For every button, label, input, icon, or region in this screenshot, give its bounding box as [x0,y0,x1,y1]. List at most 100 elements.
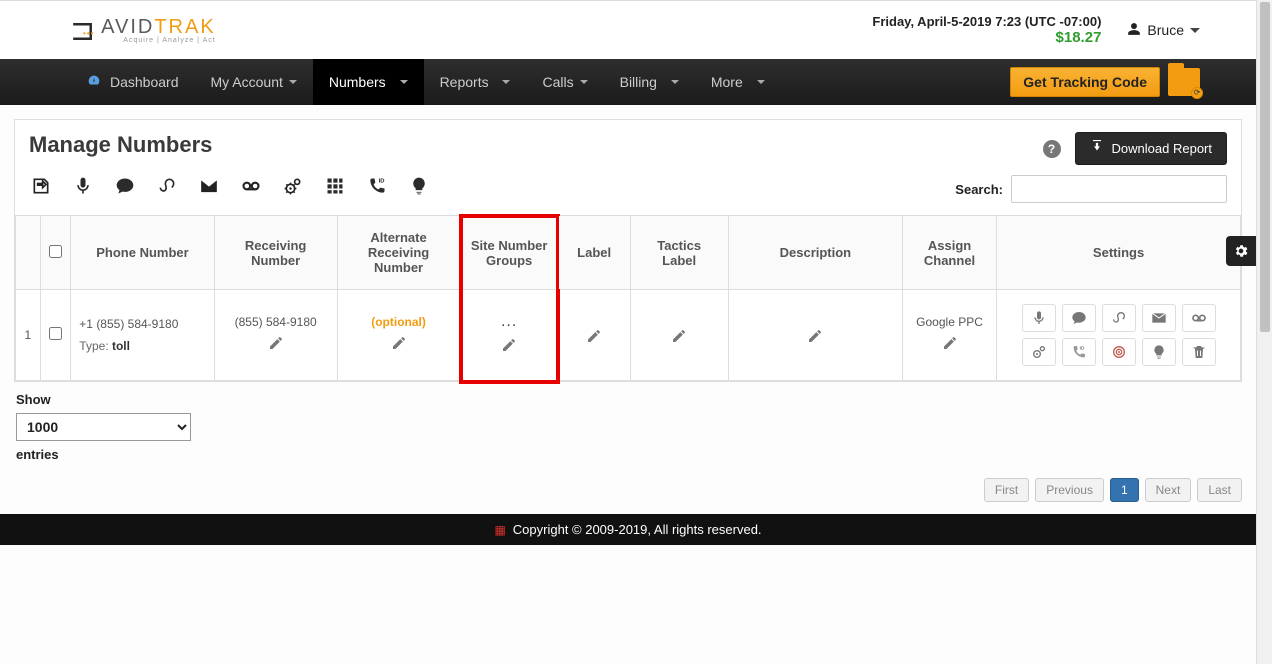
setting-ear-icon[interactable] [1102,304,1136,332]
setting-delete-icon[interactable] [1182,338,1216,366]
ear-icon[interactable] [155,176,179,202]
side-settings-gear-icon[interactable] [1226,236,1256,266]
channel-value: Google PPC [911,315,988,329]
page-last-button[interactable]: Last [1197,478,1242,502]
setting-bulb-icon[interactable] [1142,338,1176,366]
setting-microphone-icon[interactable] [1022,304,1056,332]
folder-icon[interactable]: ⟳ [1168,68,1200,96]
cell-receiving-number: (855) 584-9180 [214,290,337,381]
table-controls: Show 1000 entries [14,382,1242,472]
setting-target-icon[interactable] [1102,338,1136,366]
nav-more-label: More [711,74,743,90]
edit-icon[interactable] [268,335,284,355]
content-panel: Manage Numbers ? Download Report ID [14,119,1242,382]
search-label: Search: [955,182,1003,197]
nav-numbers-label: Numbers [329,74,386,90]
setting-callerid-icon[interactable]: ID [1062,338,1096,366]
gears-icon[interactable] [281,176,305,202]
forward-icon[interactable] [29,176,53,202]
folder-badge-icon: ⟳ [1191,87,1203,99]
edit-icon[interactable] [391,335,407,355]
logo-glyph-icon: ⊐••• [70,13,95,48]
nav-more[interactable]: More [695,59,781,105]
microphone-icon[interactable] [71,176,95,202]
col-receiving-number[interactable]: Receiving Number [214,216,337,290]
nav-calls[interactable]: Calls [526,59,603,105]
nav-reports-label: Reports [440,74,489,90]
nav-my-account[interactable]: My Account [195,59,313,105]
page-number-button[interactable]: 1 [1110,478,1139,502]
col-description[interactable]: Description [728,216,902,290]
setting-voicemail-icon[interactable] [1182,304,1216,332]
scrollbar-track[interactable] [1256,0,1272,664]
col-assign-channel[interactable]: Assign Channel [902,216,996,290]
download-icon [1090,140,1104,157]
nav-reports[interactable]: Reports [424,59,527,105]
chat-icon[interactable] [113,176,137,202]
col-phone-number[interactable]: Phone Number [71,216,214,290]
user-name: Bruce [1147,22,1184,38]
footer: ▦Copyright © 2009-2019, All rights reser… [0,514,1256,545]
nav-billing[interactable]: Billing [604,59,695,105]
logo-subtext: Acquire | Analyze | Act [101,37,216,44]
col-label[interactable]: Label [558,216,630,290]
download-report-button[interactable]: Download Report [1075,132,1227,165]
col-tactics-label[interactable]: Tactics Label [630,216,728,290]
col-checkbox [40,216,71,290]
edit-icon[interactable] [671,328,687,348]
setting-email-icon[interactable] [1142,304,1176,332]
email-icon[interactable] [197,176,221,202]
edit-icon[interactable] [501,337,517,357]
caret-down-icon [400,80,408,84]
edit-icon[interactable] [586,328,602,348]
logo-text-main: AVID [101,16,154,38]
nav-billing-label: Billing [620,74,657,90]
select-all-checkbox[interactable] [49,245,62,258]
logo[interactable]: ⊐••• AVIDTRAK Acquire | Analyze | Act [70,13,216,48]
get-tracking-code-button[interactable]: Get Tracking Code [1010,67,1160,97]
scrollbar-thumb[interactable] [1260,2,1270,332]
nav-dashboard-label: Dashboard [110,74,179,90]
datetime-text: Friday, April-5-2019 7:23 (UTC -07:00) [872,14,1101,29]
voicemail-icon[interactable] [239,176,263,202]
caret-down-icon [1190,28,1200,33]
caret-down-icon [671,80,679,84]
bulb-icon[interactable] [407,176,431,202]
nav-numbers[interactable]: Numbers [313,59,424,105]
svg-text:ID: ID [1079,345,1084,350]
cell-site-groups: ... [460,290,558,381]
col-alternate-receiving[interactable]: Alternate Receiving Number [337,216,460,290]
search-input[interactable] [1011,175,1227,203]
page-first-button[interactable]: First [984,478,1029,502]
user-icon [1127,22,1141,39]
cell-tactics [630,290,728,381]
cell-alternate: (optional) [337,290,460,381]
user-menu[interactable]: Bruce [1127,22,1200,39]
receiving-number-value: (855) 584-9180 [223,315,329,329]
caret-down-icon [289,80,297,84]
row-checkbox[interactable] [49,327,62,340]
caret-down-icon [757,80,765,84]
col-site-number-groups[interactable]: Site Number Groups [460,216,558,290]
nav-dashboard[interactable]: Dashboard [70,59,195,105]
nav-my-account-label: My Account [211,74,283,90]
cell-settings: ID [997,290,1241,381]
cell-description [728,290,902,381]
page-next-button[interactable]: Next [1145,478,1192,502]
phone-number-value: +1 (855) 584-9180 [79,317,205,331]
col-settings[interactable]: Settings [997,216,1241,290]
callerid-icon[interactable]: ID [365,176,389,202]
page-title: Manage Numbers [29,132,212,158]
page-previous-button[interactable]: Previous [1035,478,1104,502]
footer-grid-icon: ▦ [494,523,506,537]
col-rownum [16,216,41,290]
grid-icon[interactable] [323,176,347,202]
entries-select[interactable]: 1000 [16,413,191,441]
edit-icon[interactable] [807,328,823,348]
logo-text-accent: TRAK [154,16,215,38]
edit-icon[interactable] [942,335,958,355]
help-icon[interactable]: ? [1043,140,1061,158]
setting-gears-icon[interactable] [1022,338,1056,366]
show-label: Show [16,392,1242,407]
setting-chat-icon[interactable] [1062,304,1096,332]
